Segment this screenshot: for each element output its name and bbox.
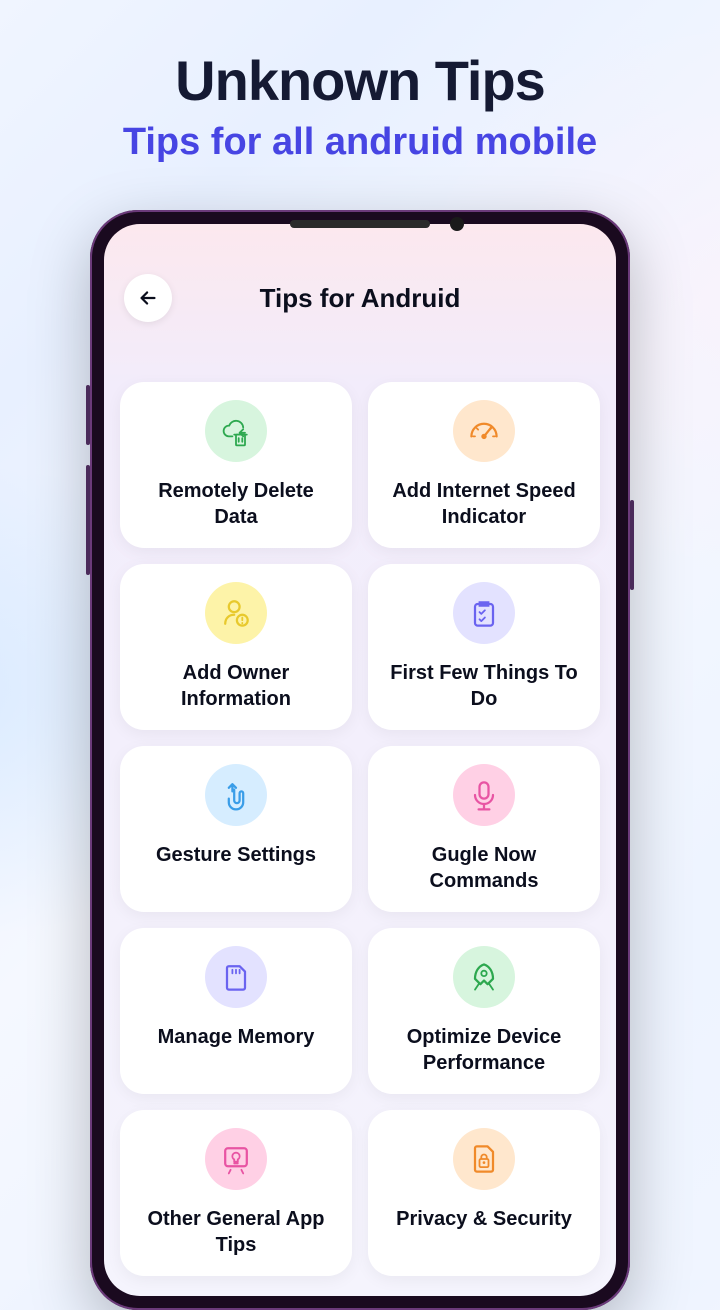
phone-side-button <box>86 385 90 445</box>
gauge-icon <box>453 400 515 462</box>
sdcard-icon <box>205 946 267 1008</box>
tip-card[interactable]: Other General App Tips <box>120 1110 352 1276</box>
app-title: Tips for Andruid <box>172 283 548 314</box>
tip-card[interactable]: Add Owner Information <box>120 564 352 730</box>
checklist-icon <box>453 582 515 644</box>
promo-header: Unknown Tips Tips for all andruid mobile <box>0 0 720 164</box>
cloud-delete-icon <box>205 400 267 462</box>
tip-card[interactable]: First Few Things To Do <box>368 564 600 730</box>
tip-label: Privacy & Security <box>396 1206 572 1232</box>
tip-card[interactable]: Optimize Device Performance <box>368 928 600 1094</box>
mic-icon <box>453 764 515 826</box>
tip-card[interactable]: Gugle Now Commands <box>368 746 600 912</box>
tip-card[interactable]: Manage Memory <box>120 928 352 1094</box>
promo-title: Unknown Tips <box>0 48 720 113</box>
tip-label: First Few Things To Do <box>382 660 586 712</box>
phone-side-button <box>86 465 90 575</box>
tip-label: Add Internet Speed Indicator <box>382 478 586 530</box>
user-info-icon <box>205 582 267 644</box>
tip-card[interactable]: Privacy & Security <box>368 1110 600 1276</box>
rocket-icon <box>453 946 515 1008</box>
app-header: Tips for Andruid <box>104 224 616 342</box>
phone-side-button <box>630 500 634 590</box>
tip-label: Gesture Settings <box>156 842 316 868</box>
phone-speaker <box>290 220 430 228</box>
lightbulb-icon <box>205 1128 267 1190</box>
gesture-icon <box>205 764 267 826</box>
back-button[interactable] <box>124 274 172 322</box>
phone-mockup: Tips for Andruid Remotely Delete Data Add… <box>90 210 630 1310</box>
tip-label: Add Owner Information <box>134 660 338 712</box>
phone-camera <box>450 217 464 231</box>
tip-card[interactable]: Gesture Settings <box>120 746 352 912</box>
tip-card[interactable]: Remotely Delete Data <box>120 382 352 548</box>
tip-card[interactable]: Add Internet Speed Indicator <box>368 382 600 548</box>
arrow-left-icon <box>137 287 159 309</box>
tip-label: Optimize Device Performance <box>382 1024 586 1076</box>
app-screen: Tips for Andruid Remotely Delete Data Add… <box>104 224 616 1296</box>
promo-subtitle: Tips for all andruid mobile <box>0 121 720 164</box>
tip-label: Remotely Delete Data <box>134 478 338 530</box>
tips-grid: Remotely Delete Data Add Internet Speed I… <box>104 342 616 1276</box>
lock-file-icon <box>453 1128 515 1190</box>
tip-label: Other General App Tips <box>134 1206 338 1258</box>
tip-label: Manage Memory <box>158 1024 315 1050</box>
tip-label: Gugle Now Commands <box>382 842 586 894</box>
